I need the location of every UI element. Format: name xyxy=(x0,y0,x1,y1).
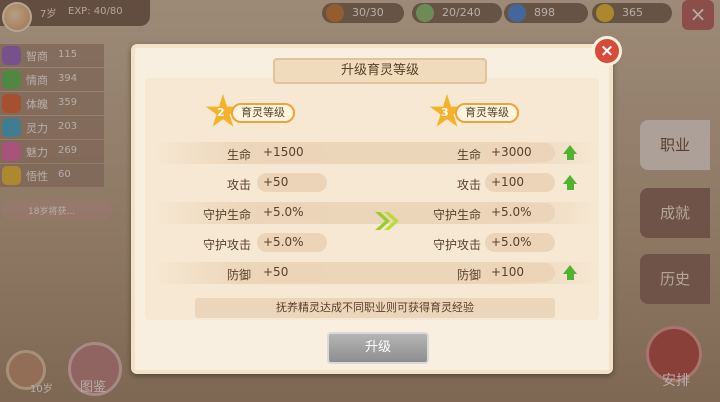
row-label: 生命 xyxy=(456,148,481,162)
row-label: 守护生命 xyxy=(202,208,251,222)
row-label: 生命 xyxy=(226,148,251,162)
level-number: 2 xyxy=(217,106,225,119)
row-label: 守护攻击 xyxy=(432,238,481,252)
level-label: 育灵等级 xyxy=(231,103,295,123)
next-value: +100 xyxy=(485,173,555,192)
row-label: 守护生命 xyxy=(432,208,481,222)
current-value: +1500 xyxy=(257,143,327,162)
stat-compare-row: 守护攻击 +5.0% 守护攻击 +5.0% xyxy=(153,232,599,254)
current-value: +5.0% xyxy=(257,233,327,252)
up-arrow-icon xyxy=(563,145,578,160)
next-value: +100 xyxy=(485,263,555,282)
next-value: +3000 xyxy=(485,143,555,162)
up-arrow-icon xyxy=(563,175,578,190)
row-label: 防御 xyxy=(226,268,251,282)
double-arrow-right-icon xyxy=(375,212,399,230)
row-label: 攻击 xyxy=(456,178,481,192)
current-value: +50 xyxy=(257,263,327,282)
dialog-title: 升级育灵等级 xyxy=(273,58,487,84)
row-label: 攻击 xyxy=(226,178,251,192)
upgrade-dialog: 升级育灵等级 × 2 育灵等级 3 育灵等级 生命 +1500 生命 +3000… xyxy=(131,36,622,374)
next-value: +5.0% xyxy=(485,203,555,222)
stat-compare-row: 攻击 +50 攻击 +100 xyxy=(153,172,599,194)
upgrade-button[interactable]: 升级 xyxy=(327,332,429,364)
close-icon[interactable]: × xyxy=(592,36,622,66)
level-label: 育灵等级 xyxy=(455,103,519,123)
current-value: +5.0% xyxy=(257,203,327,222)
stat-compare-row: 防御 +50 防御 +100 xyxy=(153,262,599,284)
next-level-badge: 3 育灵等级 xyxy=(429,94,529,130)
next-value: +5.0% xyxy=(485,233,555,252)
current-level-badge: 2 育灵等级 xyxy=(205,94,305,130)
stat-compare-row: 生命 +1500 生命 +3000 xyxy=(153,142,599,164)
upgrade-hint: 抚养精灵达成不同职业则可获得育灵经验 xyxy=(195,298,555,318)
row-label: 防御 xyxy=(456,268,481,282)
up-arrow-icon xyxy=(563,265,578,280)
row-label: 守护攻击 xyxy=(202,238,251,252)
level-number: 3 xyxy=(441,106,449,119)
current-value: +50 xyxy=(257,173,327,192)
